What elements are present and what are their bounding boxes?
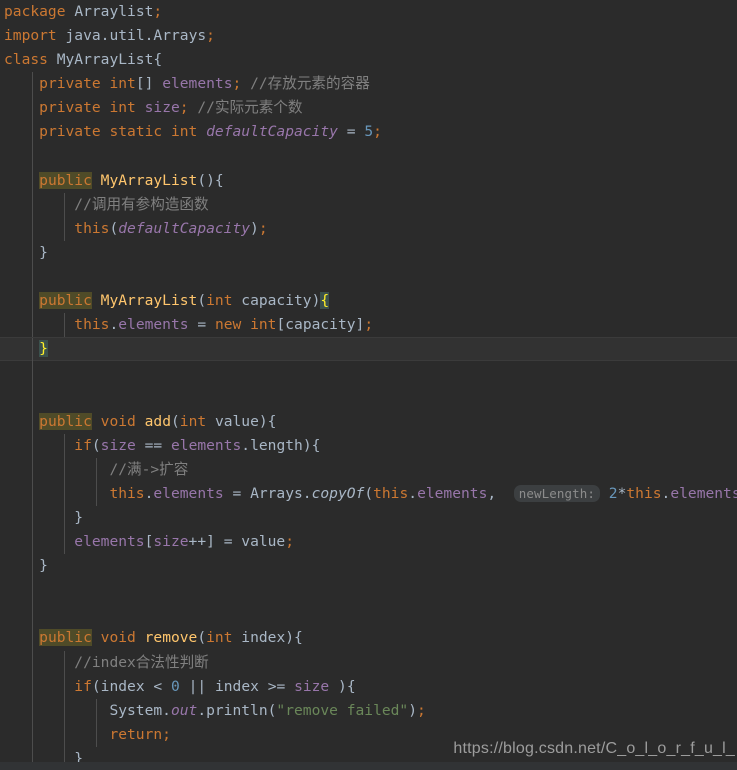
identifier-usage-highlight: public (39, 629, 92, 647)
identifier-usage-highlight: public (39, 412, 92, 430)
code-line[interactable]: if(index < 0 || index >= size ){ (0, 674, 737, 699)
code-line[interactable]: this.elements = Arrays.copyOf(this.eleme… (0, 481, 737, 506)
identifier-usage-highlight: public (39, 292, 92, 310)
code-line[interactable] (0, 385, 737, 410)
code-line[interactable]: //调用有参构造函数 (0, 192, 737, 217)
code-line[interactable] (0, 602, 737, 627)
code-line[interactable]: this.elements = new int[capacity]; (0, 313, 737, 338)
watermark-url: https://blog.csdn.net/C_o_l_o_r_f_u_l_ (453, 740, 735, 757)
code-line[interactable]: class MyArrayList{ (0, 48, 737, 72)
code-line[interactable]: this(defaultCapacity); (0, 216, 737, 241)
code-line[interactable] (0, 265, 737, 290)
matched-brace-close: } (39, 340, 48, 358)
code-line[interactable]: private static int defaultCapacity = 5; (0, 120, 737, 145)
code-line[interactable] (0, 144, 737, 169)
code-line[interactable]: public void remove(int index){ (0, 626, 737, 651)
code-line[interactable]: public void add(int value){ (0, 409, 737, 434)
code-line[interactable]: private int size; //实际元素个数 (0, 96, 737, 121)
code-line[interactable] (0, 361, 737, 386)
code-line[interactable]: import java.util.Arrays; (0, 24, 737, 48)
code-line[interactable]: //满->扩容 (0, 457, 737, 482)
code-line[interactable]: private int[] elements; //存放元素的容器 (0, 72, 737, 97)
code-surface[interactable]: package Arraylist; import java.util.Arra… (0, 0, 737, 770)
code-line-caret[interactable]: } (0, 337, 737, 363)
code-line[interactable]: if(size == elements.length){ (0, 433, 737, 458)
code-line[interactable]: } (0, 240, 737, 266)
code-line[interactable]: public MyArrayList(int capacity){ (0, 289, 737, 314)
code-line[interactable]: elements[size++] = value; (0, 530, 737, 555)
code-line[interactable]: } (0, 505, 737, 531)
matched-brace-open: { (320, 292, 330, 310)
code-line[interactable] (0, 578, 737, 603)
bottom-edge-strip (0, 762, 737, 770)
code-line[interactable]: public MyArrayList(){ (0, 168, 737, 193)
parameter-hint[interactable]: newLength: (513, 484, 600, 502)
code-editor[interactable]: package Arraylist; import java.util.Arra… (0, 0, 737, 770)
code-line[interactable]: package Arraylist; (0, 0, 737, 24)
code-line[interactable]: } (0, 554, 737, 579)
identifier-usage-highlight: public (39, 171, 92, 189)
code-line[interactable]: System.out.println("remove failed"); (0, 698, 737, 723)
code-line[interactable]: //index合法性判断 (0, 650, 737, 675)
